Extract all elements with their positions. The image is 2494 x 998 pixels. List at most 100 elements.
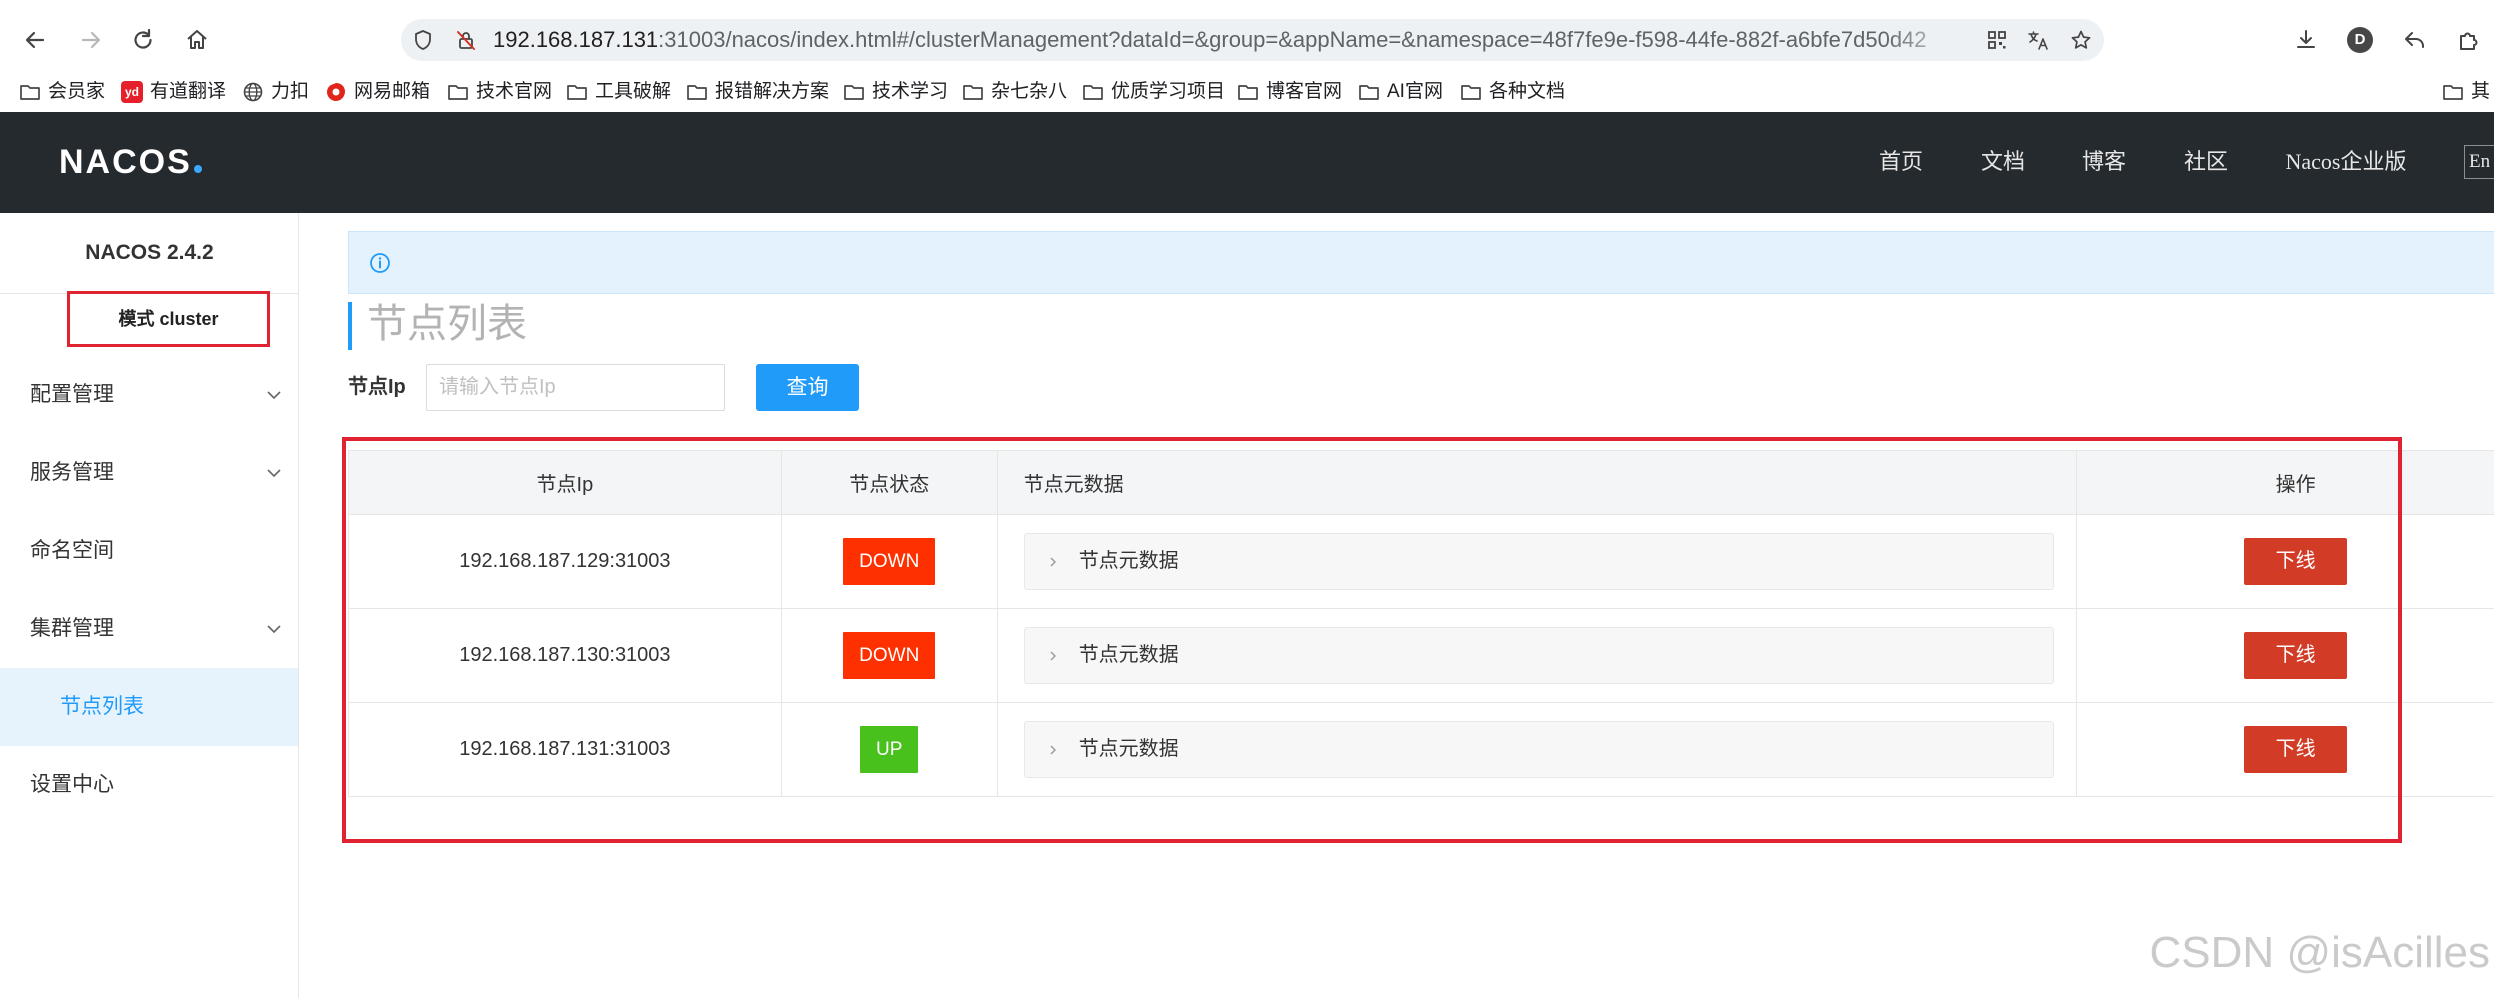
chevron-right-icon — [1050, 745, 1056, 755]
watermark: CSDN @isAcilles — [2149, 928, 2490, 977]
nav-blog[interactable]: 博客 — [2082, 146, 2126, 178]
metadata-label: 节点元数据 — [1078, 738, 1179, 760]
offline-button[interactable]: 下线 — [2244, 632, 2348, 679]
undo-arrow-icon[interactable] — [2402, 27, 2428, 53]
bookmark-label: 技术官网 — [476, 81, 553, 102]
info-icon — [370, 253, 390, 273]
metadata-collapse[interactable]: 节点元数据 — [1023, 533, 2054, 590]
page-title: 节点列表 — [367, 302, 527, 346]
url-text[interactable]: 192.168.187.131:31003/nacos/index.html#/… — [493, 19, 1972, 61]
node-table: 节点Ip 节点状态 节点元数据 操作 192.168.187.129:31003… — [348, 450, 2494, 797]
sidebar-item-node-list[interactable]: 节点列表 — [0, 668, 298, 746]
address-bar[interactable]: 192.168.187.131:31003/nacos/index.html#/… — [401, 19, 2104, 61]
bookmark-item[interactable]: 网易邮箱 — [325, 72, 430, 112]
node-ip-cell: 192.168.187.129:31003 — [349, 515, 782, 608]
bookmark-item[interactable]: 杂七杂八 — [962, 72, 1067, 112]
sidebar-item-service[interactable]: 服务管理 — [0, 434, 298, 512]
bookmark-item[interactable]: 其 — [2442, 72, 2490, 112]
metadata-collapse[interactable]: 节点元数据 — [1023, 721, 2054, 778]
offline-button[interactable]: 下线 — [2244, 726, 2348, 773]
nav-community[interactable]: 社区 — [2184, 146, 2228, 178]
metadata-collapse[interactable]: 节点元数据 — [1023, 627, 2054, 684]
metadata-label: 节点元数据 — [1078, 644, 1179, 666]
info-banner — [348, 231, 2494, 294]
bookmark-item[interactable]: 技术官网 — [447, 72, 552, 112]
extensions-icon[interactable] — [2456, 27, 2482, 53]
sidebar-item-config[interactable]: 配置管理 — [0, 356, 298, 434]
not-secure-lock-icon[interactable] — [455, 29, 477, 51]
table-row: 192.168.187.129:31003 DOWN 节点元数据 下线 — [349, 515, 2494, 609]
bookmark-item[interactable]: 各种文档 — [1460, 72, 1565, 112]
bookmark-label: 博客官网 — [1266, 81, 1343, 102]
folder-icon — [687, 85, 707, 100]
column-header-actions: 操作 — [2275, 474, 2316, 496]
sidebar-item-label: 命名空间 — [30, 539, 114, 562]
title-accent-bar — [348, 302, 352, 350]
profile-avatar[interactable]: D — [2347, 27, 2373, 53]
bookmark-item[interactable]: 技术学习 — [843, 72, 948, 112]
sidebar-item-cluster[interactable]: 集群管理 — [0, 590, 298, 668]
download-icon[interactable] — [2293, 27, 2319, 53]
url-path: :31003/nacos/index.html#/clusterManageme… — [658, 27, 1927, 52]
nav-home[interactable]: 首页 — [1879, 146, 1923, 178]
node-actions-cell: 下线 — [2077, 609, 2494, 702]
nacos-logo[interactable]: NACOS — [59, 140, 202, 184]
bookmark-item[interactable]: yd 有道翻译 — [121, 72, 226, 112]
table-row: 192.168.187.131:31003 UP 节点元数据 下线 — [349, 703, 2494, 797]
chevron-right-icon — [1050, 557, 1056, 567]
sidebar-item-namespace[interactable]: 命名空间 — [0, 512, 298, 590]
nav-docs[interactable]: 文档 — [1981, 146, 2025, 178]
folder-icon — [1083, 85, 1103, 100]
sidebar-item-label: 配置管理 — [30, 383, 114, 406]
sidebar-item-label: 设置中心 — [30, 773, 114, 796]
column-header-node-status: 节点状态 — [782, 451, 998, 514]
bookmark-label: 力扣 — [271, 81, 310, 102]
bookmark-item[interactable]: 报错解决方案 — [686, 72, 829, 112]
query-button[interactable]: 查询 — [756, 364, 859, 411]
node-metadata-cell: 节点元数据 — [998, 515, 2078, 608]
folder-icon — [567, 85, 587, 100]
table-row: 192.168.187.130:31003 DOWN 节点元数据 下线 — [349, 609, 2494, 703]
back-icon[interactable] — [22, 27, 48, 53]
bookmark-label: 网易邮箱 — [354, 81, 431, 102]
reload-icon[interactable] — [130, 27, 156, 53]
sidebar-item-label: 集群管理 — [30, 617, 114, 640]
bookmark-star-icon[interactable] — [2070, 29, 2092, 51]
netease-mail-icon — [327, 83, 345, 101]
nav-enterprise[interactable]: Nacos企业版 — [2286, 146, 2407, 178]
translate-icon[interactable] — [2027, 29, 2049, 51]
node-status-cell: UP — [782, 703, 998, 796]
search-label: 节点Ip — [348, 376, 406, 398]
bookmark-label: AI官网 — [1387, 81, 1443, 102]
node-metadata-cell: 节点元数据 — [998, 609, 2078, 702]
node-ip-cell: 192.168.187.131:31003 — [349, 703, 782, 796]
bookmark-item[interactable]: AI官网 — [1358, 72, 1443, 112]
bookmark-label: 优质学习项目 — [1111, 81, 1226, 102]
offline-button[interactable]: 下线 — [2244, 538, 2348, 585]
bookmark-label: 其 — [2471, 81, 2491, 102]
folder-icon — [1359, 85, 1379, 100]
logo-dot — [193, 165, 202, 173]
sidebar-item-settings[interactable]: 设置中心 — [0, 746, 298, 824]
bookmark-label: 杂七杂八 — [991, 81, 1068, 102]
language-switch[interactable]: En — [2464, 145, 2494, 179]
node-actions-cell: 下线 — [2077, 703, 2494, 796]
bookmark-label: 有道翻译 — [150, 81, 227, 102]
node-ip-search-input[interactable] — [426, 364, 725, 411]
bookmark-label: 会员家 — [48, 81, 106, 102]
qr-code-icon[interactable] — [1986, 29, 2008, 51]
bookmark-label: 工具破解 — [595, 81, 672, 102]
bookmark-item[interactable]: 优质学习项目 — [1082, 72, 1225, 112]
bookmark-item[interactable]: 力扣 — [242, 72, 309, 112]
cluster-mode-label: 模式 cluster — [67, 291, 270, 347]
bookmark-item[interactable]: 工具破解 — [566, 72, 671, 112]
bookmark-item[interactable]: 会员家 — [19, 72, 105, 112]
home-icon[interactable] — [184, 27, 210, 53]
chevron-right-icon — [1050, 651, 1056, 661]
shield-icon[interactable] — [412, 29, 434, 51]
table-header: 节点Ip 节点状态 节点元数据 操作 — [349, 451, 2494, 515]
node-actions-cell: 下线 — [2077, 515, 2494, 608]
browser-toolbar: 192.168.187.131:31003/nacos/index.html#/… — [0, 0, 2494, 72]
forward-icon[interactable] — [78, 27, 104, 53]
bookmark-item[interactable]: 博客官网 — [1237, 72, 1342, 112]
